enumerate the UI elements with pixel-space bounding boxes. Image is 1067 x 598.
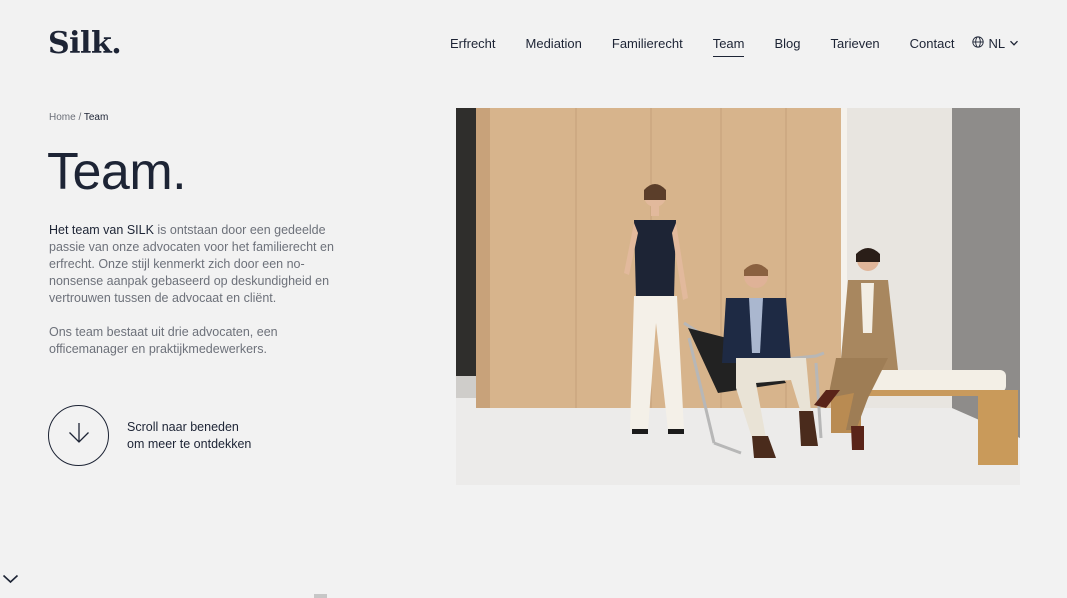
page-title: Team. bbox=[47, 143, 187, 201]
nav-item-erfrecht[interactable]: Erfrecht bbox=[450, 36, 496, 57]
nav-item-tarieven[interactable]: Tarieven bbox=[831, 36, 880, 57]
team-photo bbox=[456, 108, 1020, 485]
nav-item-mediation[interactable]: Mediation bbox=[526, 36, 582, 57]
breadcrumb-separator: / bbox=[75, 112, 84, 123]
scroll-down-button[interactable]: Scroll naar beneden om meer te ontdekken bbox=[48, 405, 251, 466]
globe-icon bbox=[972, 36, 985, 51]
nav-item-blog[interactable]: Blog bbox=[774, 36, 800, 57]
scroll-circle[interactable] bbox=[48, 405, 109, 466]
scroll-label: Scroll naar beneden om meer te ontdekken bbox=[127, 419, 251, 453]
breadcrumb-current: Team bbox=[83, 112, 109, 123]
intro-paragraph: Het team van SILK is ontstaan door een g… bbox=[49, 222, 349, 307]
page: Silk. Erfrecht Mediation Familierecht Te… bbox=[0, 0, 1067, 598]
nav-item-team[interactable]: Team bbox=[712, 36, 744, 57]
nav-item-contact[interactable]: Contact bbox=[910, 36, 955, 57]
intro-highlight: Het team van SILK bbox=[49, 223, 154, 237]
nav-item-familierecht[interactable]: Familierecht bbox=[612, 36, 683, 57]
breadcrumb-home[interactable]: Home bbox=[49, 112, 76, 123]
chevron-down-icon bbox=[1009, 36, 1019, 51]
logo[interactable]: Silk. bbox=[48, 26, 122, 61]
scroll-indicator bbox=[314, 594, 327, 598]
language-selector[interactable]: NL bbox=[972, 36, 1019, 57]
scroll-label-line1: Scroll naar beneden bbox=[127, 419, 239, 434]
arrow-down-icon bbox=[66, 420, 92, 451]
language-label: NL bbox=[988, 36, 1006, 51]
scroll-label-line2: om meer te ontdekken bbox=[127, 436, 252, 451]
main-nav: Erfrecht Mediation Familierecht Team Blo… bbox=[450, 36, 1019, 57]
team-description: Ons team bestaat uit drie advocaten, een… bbox=[49, 325, 278, 356]
breadcrumb: Home / Team bbox=[49, 112, 108, 123]
chevron-down-icon[interactable] bbox=[2, 572, 19, 590]
